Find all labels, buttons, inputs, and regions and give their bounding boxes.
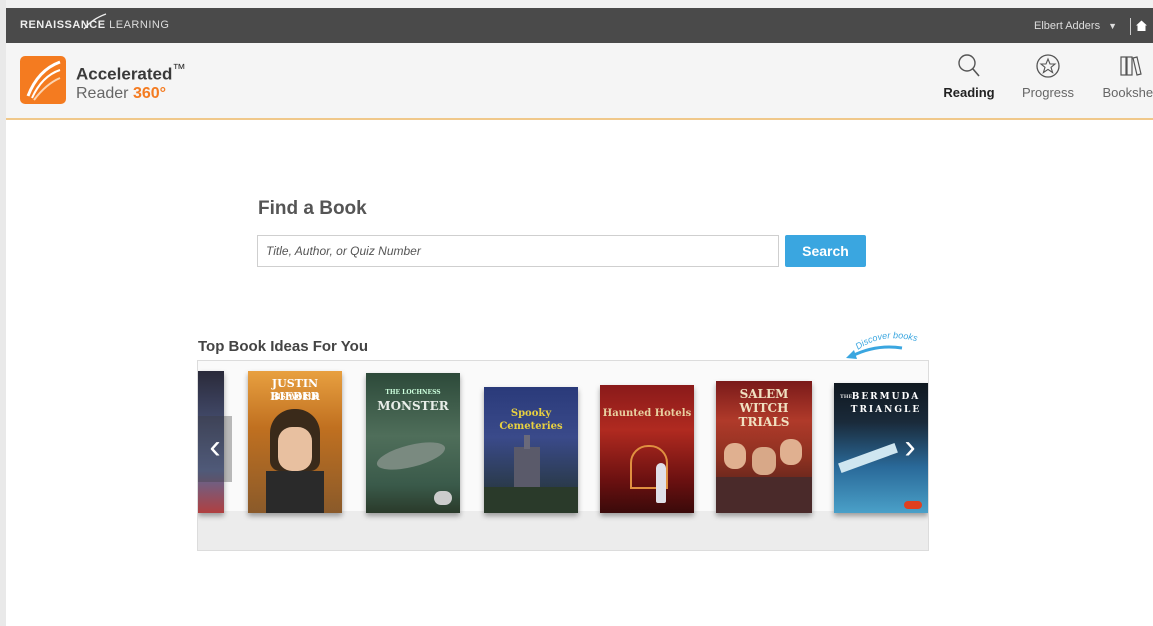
book-cover-art <box>266 471 324 513</box>
book-cover[interactable]: JUSTIN BIEBER HIS WORLD <box>248 371 342 513</box>
book-cover-art <box>656 463 666 503</box>
global-top-bar: RENAISSANCE LEARNING Elbert Adders ▼ <box>6 8 1153 43</box>
book-cover-subtitle: HIS WORLD <box>270 392 320 401</box>
book-carousel[interactable]: JUSTIN BIEBER HIS WORLD THE LOCHNESS MON… <box>197 360 929 551</box>
book-cover[interactable]: SALEM WITCH TRIALS <box>716 381 812 513</box>
nav-progress-label: Progress <box>1021 85 1075 100</box>
book-cover-art <box>524 435 530 449</box>
accelerated-reader-logo-icon[interactable] <box>20 56 66 104</box>
search-input[interactable] <box>257 235 779 267</box>
user-name: Elbert Adders <box>1034 20 1101 32</box>
logo-trademark: ™ <box>172 61 186 76</box>
nav-reading[interactable]: Reading <box>940 53 998 100</box>
brand-swoosh-icon <box>83 13 107 30</box>
star-badge-icon <box>1036 54 1060 78</box>
top-book-ideas-heading: Top Book Ideas For You <box>198 338 369 355</box>
book-cover-art <box>278 427 312 471</box>
topbar-divider <box>1130 18 1131 35</box>
user-menu[interactable]: Elbert Adders ▼ <box>1034 20 1117 32</box>
nav-reading-label: Reading <box>943 85 995 100</box>
book-cover-title: Spooky Cemeteries <box>499 408 563 432</box>
book-cover-art <box>780 439 802 465</box>
book-cover-art <box>434 491 452 505</box>
logo-360: 360° <box>132 85 167 103</box>
book-cover-art <box>514 447 540 487</box>
app-logo-text[interactable]: Accelerated™ Reader 360° <box>76 59 186 103</box>
logo-line2: Reader <box>76 85 129 103</box>
book-cover-title: BERMUDA TRIANGLE <box>850 392 922 415</box>
book-cover-art <box>838 443 898 473</box>
book-cover-title: MONSTER <box>377 399 449 413</box>
book-cover[interactable]: THE LOCHNESS MONSTER <box>366 373 460 513</box>
book-cover-title: SALEM WITCH TRIALS <box>738 387 790 429</box>
chevron-down-icon: ▼ <box>1108 21 1117 31</box>
book-cover[interactable]: Spooky Cemeteries <box>484 387 578 513</box>
bookshelf-icon <box>1120 56 1142 76</box>
discover-books-link[interactable]: Discover books <box>840 328 928 362</box>
discover-arrowhead-icon <box>846 350 857 359</box>
book-cover-subtitle: THE LOCHNESS <box>385 389 441 396</box>
book-cover[interactable]: Haunted Hotels <box>600 385 694 513</box>
search-icon <box>958 54 980 77</box>
nav-bookshelf-label: Bookshelf <box>1102 85 1153 100</box>
chevron-left-icon: ‹ <box>209 428 221 466</box>
chevron-right-icon: › <box>904 428 916 466</box>
renaissance-brand[interactable]: RENAISSANCE LEARNING <box>20 13 170 31</box>
book-cover-art <box>716 477 812 513</box>
carousel-next-button[interactable]: › <box>893 416 927 482</box>
carousel-prev-button[interactable]: ‹ <box>198 416 232 482</box>
book-cover-title: Haunted Hotels <box>602 408 692 419</box>
home-icon[interactable] <box>1135 19 1148 32</box>
carousel-shelf <box>198 511 928 550</box>
book-cover-art <box>904 501 922 509</box>
book-cover-art <box>724 443 746 469</box>
book-cover-art <box>374 436 448 476</box>
search-button[interactable]: Search <box>785 235 866 267</box>
nav-progress[interactable]: Progress <box>1016 53 1080 100</box>
window-top-edge <box>0 0 1153 8</box>
book-cover-art <box>752 447 776 475</box>
book-cover-art <box>484 487 578 513</box>
nav-bookshelf[interactable]: Bookshelf <box>1096 53 1153 100</box>
brand-name-light: LEARNING <box>109 19 170 31</box>
logo-line1: Accelerated <box>76 64 173 84</box>
app-header: Accelerated™ Reader 360° Reading Progres… <box>6 43 1153 120</box>
find-a-book-heading: Find a Book <box>258 198 367 219</box>
